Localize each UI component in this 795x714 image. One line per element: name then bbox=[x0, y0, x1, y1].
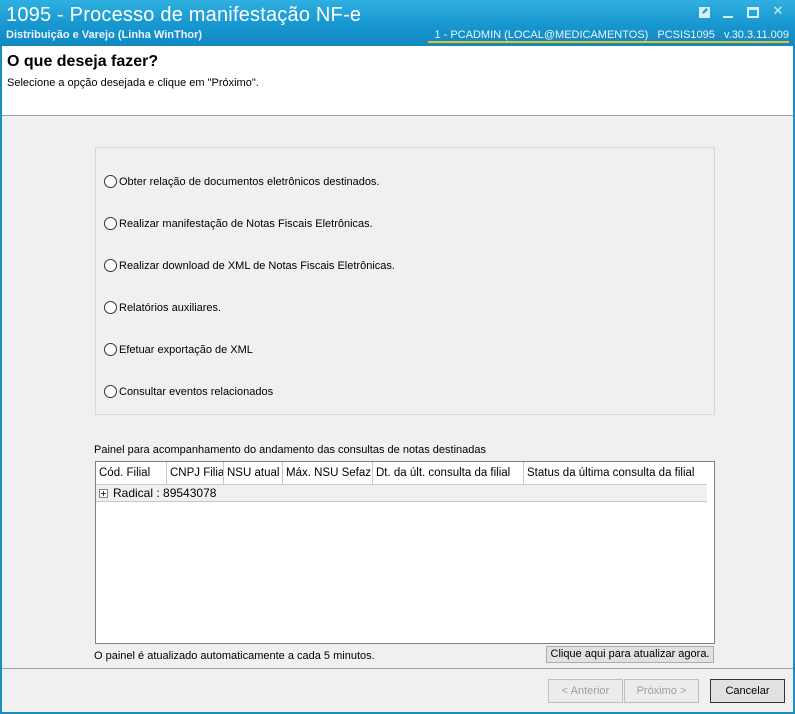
option-label: Obter relação de documentos eletrônicos … bbox=[119, 175, 380, 188]
page-title: O que deseja fazer? bbox=[7, 53, 159, 70]
option-download-xml[interactable]: Realizar download de XML de Notas Fiscai… bbox=[104, 259, 395, 272]
connection-info: 1 - PCADMIN (LOCAL@MEDICAMENTOS) PCSIS10… bbox=[428, 29, 789, 43]
connection-label: 1 - PCADMIN (LOCAL@MEDICAMENTOS) bbox=[434, 29, 649, 41]
option-label: Consultar eventos relacionados bbox=[119, 385, 274, 398]
column-header-status-ult-consulta[interactable]: Status da última consulta da filial bbox=[524, 462, 706, 484]
window-controls: ✕ bbox=[699, 5, 785, 19]
expand-plus-icon[interactable] bbox=[99, 488, 108, 498]
footer-separator bbox=[2, 668, 793, 669]
column-header-cnpj-filial[interactable]: CNPJ Filial bbox=[167, 462, 224, 484]
options-group: Obter relação de documentos eletrônicos … bbox=[95, 147, 715, 415]
option-label: Relatórios auxiliares. bbox=[119, 301, 222, 314]
option-realizar-manifestacao[interactable]: Realizar manifestação de Notas Fiscais E… bbox=[104, 217, 373, 230]
edit-icon[interactable] bbox=[699, 5, 713, 19]
option-label: Realizar download de XML de Notas Fiscai… bbox=[119, 259, 395, 272]
refresh-note: O painel é atualizado automaticamente a … bbox=[94, 650, 375, 662]
title-bar[interactable]: 1095 - Processo de manifestação NF-e Dis… bbox=[0, 0, 795, 46]
option-label: Efetuar exportação de XML bbox=[119, 343, 253, 356]
option-obter-relacao[interactable]: Obter relação de documentos eletrônicos … bbox=[104, 175, 380, 188]
next-button[interactable]: Próximo > bbox=[624, 679, 699, 703]
module-label: PCSIS1095 bbox=[657, 29, 715, 41]
radio-button[interactable] bbox=[104, 175, 117, 188]
column-header-max-nsu-sefaz[interactable]: Máx. NSU Sefaz bbox=[283, 462, 373, 484]
radio-button[interactable] bbox=[104, 217, 117, 230]
refresh-now-button[interactable]: Clique aqui para atualizar agora. bbox=[546, 646, 714, 663]
option-exportacao-xml[interactable]: Efetuar exportação de XML bbox=[104, 343, 253, 356]
client-area: O que deseja fazer? Selecione a opção de… bbox=[2, 46, 793, 712]
grid-header: Cód. Filial CNPJ Filial NSU atual Máx. N… bbox=[96, 462, 706, 484]
minimize-icon[interactable] bbox=[723, 5, 737, 19]
radio-button[interactable] bbox=[104, 385, 117, 398]
cancel-button[interactable]: Cancelar bbox=[710, 679, 785, 703]
option-relatorios[interactable]: Relatórios auxiliares. bbox=[104, 301, 221, 314]
app-window: 1095 - Processo de manifestação NF-e Dis… bbox=[0, 0, 795, 714]
column-header-dt-ult-consulta[interactable]: Dt. da últ. consulta da filial bbox=[373, 462, 524, 484]
page-description: Selecione a opção desejada e clique em "… bbox=[7, 77, 259, 89]
option-consultar-eventos[interactable]: Consultar eventos relacionados bbox=[104, 385, 273, 398]
radio-button[interactable] bbox=[104, 301, 117, 314]
option-label: Realizar manifestação de Notas Fiscais E… bbox=[119, 217, 373, 230]
radio-button[interactable] bbox=[104, 259, 117, 272]
close-icon[interactable]: ✕ bbox=[771, 5, 785, 19]
panel-label: Painel para acompanhamento do andamento … bbox=[94, 444, 486, 456]
wizard-header: O que deseja fazer? Selecione a opção de… bbox=[2, 46, 793, 116]
version-label: v.30.3.11.009 bbox=[723, 29, 789, 41]
window-title: 1095 - Processo de manifestação NF-e bbox=[6, 4, 362, 26]
radio-button[interactable] bbox=[104, 343, 117, 356]
column-header-cod-filial[interactable]: Cód. Filial bbox=[96, 462, 167, 484]
group-row[interactable]: Radical : 89543078 bbox=[96, 484, 707, 502]
back-button[interactable]: < Anterior bbox=[548, 679, 623, 703]
column-header-nsu-atual[interactable]: NSU atual bbox=[224, 462, 283, 484]
monitoring-grid[interactable]: Cód. Filial CNPJ Filial NSU atual Máx. N… bbox=[95, 461, 715, 644]
window-subtitle: Distribuição e Varejo (Linha WinThor) bbox=[6, 29, 203, 41]
group-label: Radical : 89543078 bbox=[113, 486, 217, 500]
maximize-icon[interactable] bbox=[747, 5, 761, 19]
